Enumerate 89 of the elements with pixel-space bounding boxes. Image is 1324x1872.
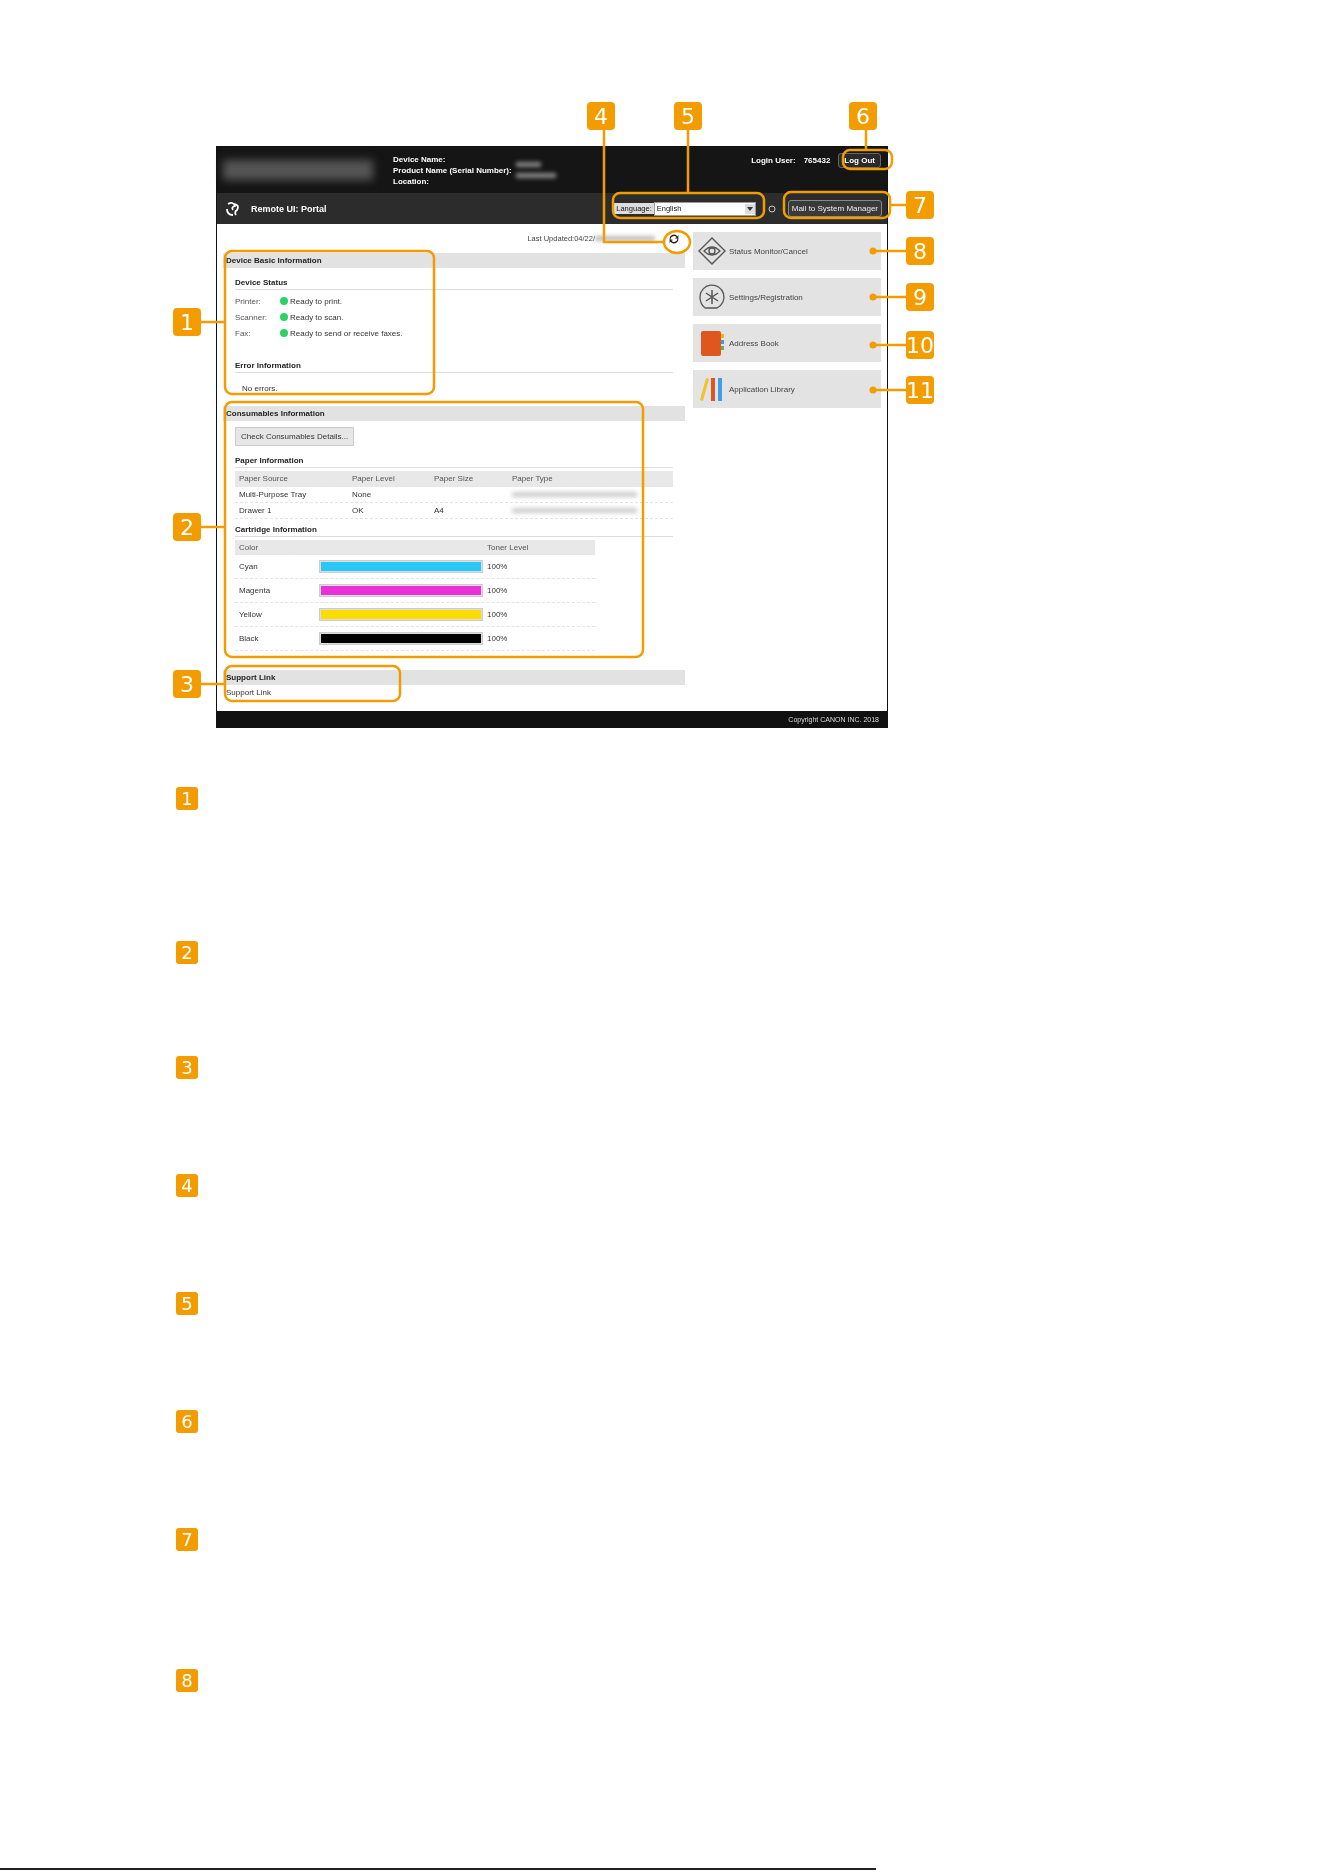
callout-badge: 7 xyxy=(176,1528,198,1551)
portal-logo-icon xyxy=(225,200,241,217)
status-label: Printer: xyxy=(235,296,262,306)
status-text: Ready to scan. xyxy=(290,312,344,322)
leader-line xyxy=(873,388,906,392)
leader-dot xyxy=(869,341,877,349)
menu-button[interactable]: Application Library xyxy=(693,370,881,408)
callout-badge: 4 xyxy=(587,102,615,130)
toner-reading: 100% xyxy=(487,562,509,571)
menu-button[interactable]: Status Monitor/Cancel xyxy=(693,232,881,270)
mail-button[interactable]: Mail to System Manager xyxy=(787,200,882,217)
callout-badge: 3 xyxy=(176,1056,198,1079)
callout-badge: 9 xyxy=(906,283,934,311)
column-header: Toner Level xyxy=(487,542,530,552)
check-consumables-button[interactable]: Check Consumables Details... xyxy=(235,427,355,446)
subsection-title: Paper Information xyxy=(235,450,673,468)
subsection-title: Error Information xyxy=(235,355,673,373)
leader-line xyxy=(873,343,906,347)
table-cell: Multi-Purpose Tray xyxy=(239,490,307,499)
eye-icon xyxy=(697,236,727,266)
leader-line xyxy=(686,130,690,193)
toner-reading: 100% xyxy=(487,610,509,619)
circle-icon xyxy=(767,204,776,213)
callout-badge: 8 xyxy=(176,1669,198,1692)
redacted-text xyxy=(515,162,541,167)
section-header: Consumables Information xyxy=(223,406,685,421)
leader-line xyxy=(200,682,225,686)
callout-badge: 2 xyxy=(173,513,201,541)
status-label: Fax: xyxy=(235,328,252,338)
redacted-text xyxy=(515,173,556,178)
callout-badge: 7 xyxy=(906,191,934,219)
column-header: Paper Type xyxy=(512,474,554,483)
leader-dot xyxy=(869,386,877,394)
toner-reading: 100% xyxy=(487,586,509,595)
callout-badge: 11 xyxy=(906,376,934,404)
location-label: Location: xyxy=(393,176,430,186)
section-header: Device Basic Information xyxy=(223,253,685,268)
table-cell-text: Cyan xyxy=(239,562,259,571)
callout-badge: 10 xyxy=(906,331,934,359)
table-cell-text: Yellow xyxy=(239,610,263,619)
callout-badge: 4 xyxy=(176,1174,198,1197)
leader-line xyxy=(200,525,225,529)
portal-title: Remote UI: Portal xyxy=(251,203,327,214)
leader-line xyxy=(873,295,906,299)
callout-badge: 2 xyxy=(176,941,198,964)
error-text: No errors. xyxy=(241,383,279,393)
dropdown-arrow-icon xyxy=(744,203,755,214)
table-cell: Drawer 1 xyxy=(239,506,272,515)
callout-badge: 6 xyxy=(849,102,877,130)
column-header: Paper Level xyxy=(352,474,396,483)
table-cell: None xyxy=(352,490,372,499)
callout-badge: 1 xyxy=(173,308,201,336)
login-user-label: Login User: xyxy=(751,156,796,165)
highlight-outline xyxy=(841,148,894,171)
menu-button[interactable]: Settings/Registration xyxy=(693,278,881,316)
leader-line xyxy=(864,130,868,150)
redacted-text xyxy=(595,236,655,241)
login-user: 765432 xyxy=(803,156,831,165)
status-label: Scanner: xyxy=(235,312,269,322)
status-text: Ready to send or receive faxes. xyxy=(290,328,403,338)
asterisk-icon xyxy=(697,282,727,312)
column-header: Color xyxy=(239,542,260,552)
section-header: Support Link xyxy=(223,670,685,685)
callout-badge: 5 xyxy=(674,102,702,130)
callout-badge: 3 xyxy=(173,670,201,698)
device-name-label: Device Name: xyxy=(393,154,447,164)
table-cell: OK xyxy=(352,506,364,515)
table-cell-text: Black xyxy=(239,634,260,643)
callout-badge: 5 xyxy=(176,1292,198,1315)
callout-badge: 1 xyxy=(176,787,198,810)
menu-button[interactable]: Address Book xyxy=(693,324,881,362)
leader-dot xyxy=(869,247,877,255)
highlight-outline xyxy=(662,229,692,255)
callout-badge: 8 xyxy=(906,237,934,265)
product-name-label: Product Name (Serial Number): xyxy=(393,165,512,175)
column-header: Paper Size xyxy=(434,474,475,483)
leader-dot xyxy=(869,293,877,301)
status-text: Ready to print. xyxy=(290,296,343,306)
table-cell-text: Magenta xyxy=(239,586,272,595)
callout-badge: 6 xyxy=(176,1410,198,1433)
subsection-title: Device Status xyxy=(235,272,673,290)
logout-button[interactable]: Log Out xyxy=(838,153,881,168)
toner-reading: 100% xyxy=(487,634,509,643)
leader-line xyxy=(873,249,906,253)
leader-line xyxy=(200,320,225,324)
support-link[interactable]: Support Link xyxy=(223,685,274,700)
subsection-title: Cartridge Information xyxy=(235,519,673,537)
table-cell: A4 xyxy=(434,506,444,515)
column-header: Paper Source xyxy=(239,474,289,483)
